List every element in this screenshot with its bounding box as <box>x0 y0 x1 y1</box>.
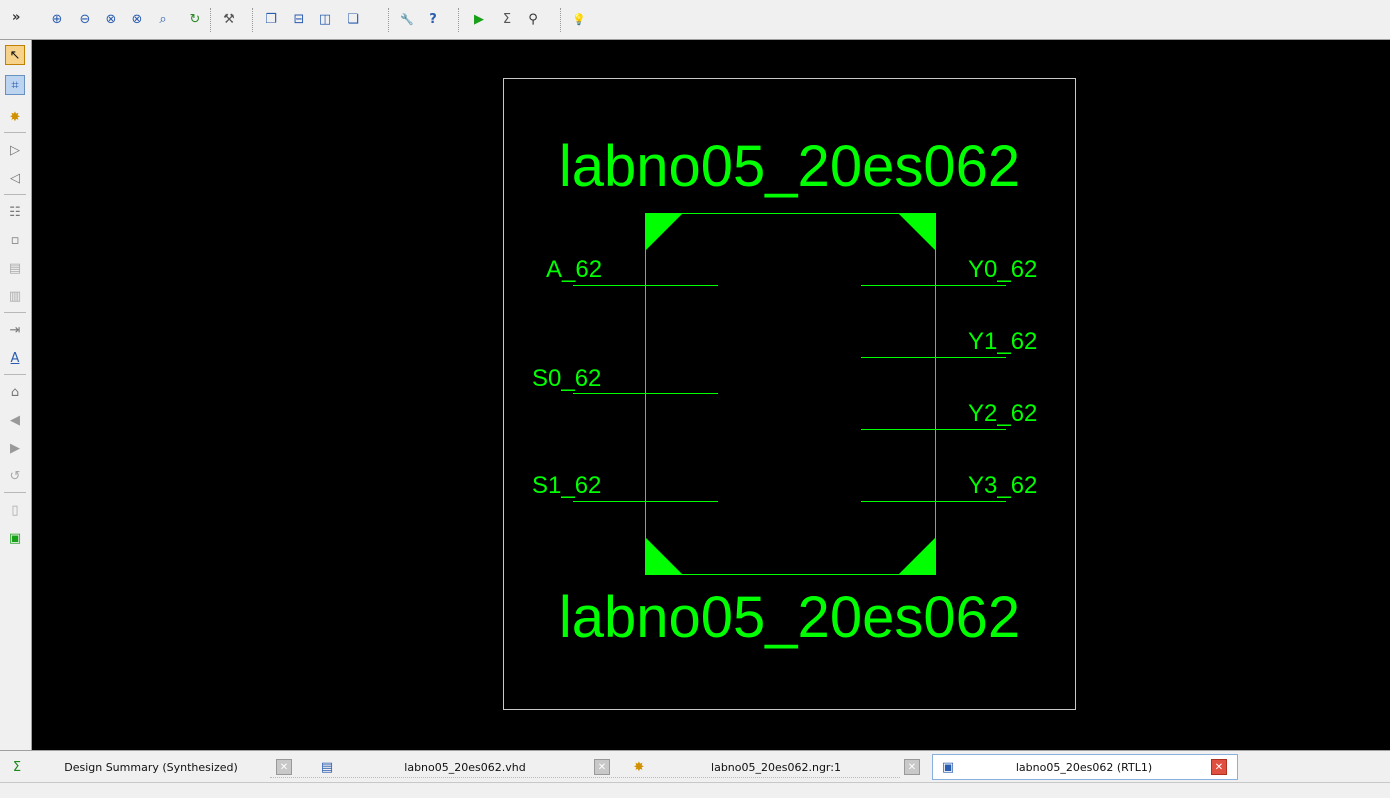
close-icon[interactable]: ✕ <box>594 759 610 775</box>
tile-vertical-icon[interactable]: ◫ <box>316 10 334 28</box>
output-pin-label: Y2_62 <box>968 400 1038 427</box>
module-title-top: labno05_20es062 <box>558 134 1021 199</box>
input-pin-label: S0_62 <box>532 365 602 392</box>
forward-icon[interactable]: ▷ <box>5 140 25 160</box>
output-pin-line[interactable] <box>861 429 1006 430</box>
go-back-icon[interactable]: ◀ <box>5 410 25 430</box>
input-pin-line[interactable] <box>573 285 718 286</box>
tab-bar-grip[interactable] <box>270 777 900 781</box>
lightbulb-icon[interactable]: 💡 <box>570 10 588 28</box>
zoom-out-icon[interactable]: ⊖ <box>76 10 94 28</box>
add-element-icon[interactable]: ✸ <box>5 107 25 127</box>
input-pin-line[interactable] <box>573 393 718 394</box>
close-icon[interactable]: ✕ <box>1211 759 1227 775</box>
output-pin-label: Y3_62 <box>968 472 1038 499</box>
input-pin-label: S1_62 <box>532 472 602 499</box>
annotate-icon[interactable]: A <box>5 348 25 368</box>
side-separator <box>4 132 26 133</box>
cascade-windows-icon[interactable]: ❐ <box>262 10 280 28</box>
toolbar-separator <box>458 8 461 32</box>
window-split-icon[interactable]: ▯ <box>5 500 25 520</box>
push-icon[interactable]: ▤ <box>5 258 25 278</box>
wrench-icon[interactable]: 🔧 <box>398 10 416 28</box>
input-pin-label: A_62 <box>546 256 603 283</box>
tab-design-summary[interactable]: Σ Design Summary (Synthesized) ✕ <box>2 754 302 780</box>
toolbar-overflow-chevron[interactable]: » <box>12 10 20 25</box>
block-corner-bottom-left <box>646 538 682 574</box>
output-pin-line[interactable] <box>861 357 1006 358</box>
zoom-magnifier-icon[interactable]: ⌕ <box>154 10 172 28</box>
telescope-icon[interactable]: ⚲ <box>524 10 542 28</box>
expand-icon[interactable]: ⇥ <box>5 320 25 340</box>
toolbar-separator <box>210 8 213 32</box>
schematic-canvas[interactable]: labno05_20es062 labno05_20es062 A_62 S0_… <box>32 40 1390 750</box>
input-pin-line[interactable] <box>573 501 718 502</box>
hierarchy-icon[interactable]: ☷ <box>5 202 25 222</box>
netlist-icon: ✸ <box>633 759 645 775</box>
sigma-icon: Σ <box>12 759 22 775</box>
instance-icon[interactable]: ▫ <box>5 230 25 250</box>
window-icon[interactable]: ❏ <box>344 10 362 28</box>
output-pin-label: Y1_62 <box>968 328 1038 355</box>
select-area-icon[interactable]: ⌗ <box>5 75 25 95</box>
pop-icon[interactable]: ▥ <box>5 286 25 306</box>
go-forward-icon[interactable]: ▶ <box>5 438 25 458</box>
module-block[interactable] <box>645 213 936 575</box>
status-bar <box>0 782 1390 798</box>
main-toolbar: » ⊕ ⊖ ⊗ ⊗ ⌕ ↻ ⚒ ❐ ⊟ ◫ ❏ 🔧 ? ▶ Σ ⚲ 💡 <box>0 0 1390 40</box>
zoom-full-view-icon[interactable]: ⊗ <box>102 10 120 28</box>
block-corner-top-right <box>899 214 935 250</box>
run-script-icon[interactable]: ▣ <box>5 528 25 548</box>
toolbar-separator <box>252 8 255 32</box>
zoom-to-selected-icon[interactable]: ⊗ <box>128 10 146 28</box>
output-pin-line[interactable] <box>861 285 1006 286</box>
close-icon[interactable]: ✕ <box>276 759 292 775</box>
tile-horizontal-icon[interactable]: ⊟ <box>290 10 308 28</box>
block-corner-top-left <box>646 214 682 250</box>
zoom-in-icon[interactable]: ⊕ <box>48 10 66 28</box>
select-pointer-icon[interactable]: ↖ <box>5 45 25 65</box>
schematic-icon: ▣ <box>941 759 955 775</box>
toolbar-separator <box>388 8 391 32</box>
side-separator <box>4 374 26 375</box>
run-icon[interactable]: ▶ <box>470 10 488 28</box>
refresh-icon[interactable]: ↻ <box>186 10 204 28</box>
output-pin-label: Y0_62 <box>968 256 1038 283</box>
tab-label: labno05_20es062.ngr:1 <box>711 760 841 774</box>
module-title-bottom: labno05_20es062 <box>558 585 1021 650</box>
home-icon[interactable]: ⌂ <box>5 382 25 402</box>
document-icon: ▤ <box>320 759 334 775</box>
side-separator <box>4 194 26 195</box>
tab-label: Design Summary (Synthesized) <box>64 760 238 774</box>
output-pin-line[interactable] <box>861 501 1006 502</box>
history-icon[interactable]: ↺ <box>5 466 25 486</box>
tab-label: labno05_20es062.vhd <box>404 760 526 774</box>
toolbar-separator <box>560 8 563 32</box>
side-separator <box>4 312 26 313</box>
document-tab-bar: Σ Design Summary (Synthesized) ✕ ▤ labno… <box>0 750 1390 782</box>
hammer-icon[interactable]: ⚒ <box>220 10 238 28</box>
schematic-side-toolbar: ↖ ⌗ ✸ ▷ ◁ ☷ ▫ ▤ ▥ ⇥ A ⌂ ◀ ▶ ↺ ▯ ▣ <box>0 40 32 750</box>
context-help-icon[interactable]: ? <box>424 10 442 28</box>
block-corner-bottom-right <box>899 538 935 574</box>
backward-icon[interactable]: ◁ <box>5 168 25 188</box>
tab-label: labno05_20es062 (RTL1) <box>1015 760 1153 774</box>
side-separator <box>4 492 26 493</box>
close-icon[interactable]: ✕ <box>904 759 920 775</box>
tab-rtl-schematic[interactable]: ▣ labno05_20es062 (RTL1) ✕ <box>932 754 1238 780</box>
sigma-icon[interactable]: Σ <box>498 10 516 28</box>
